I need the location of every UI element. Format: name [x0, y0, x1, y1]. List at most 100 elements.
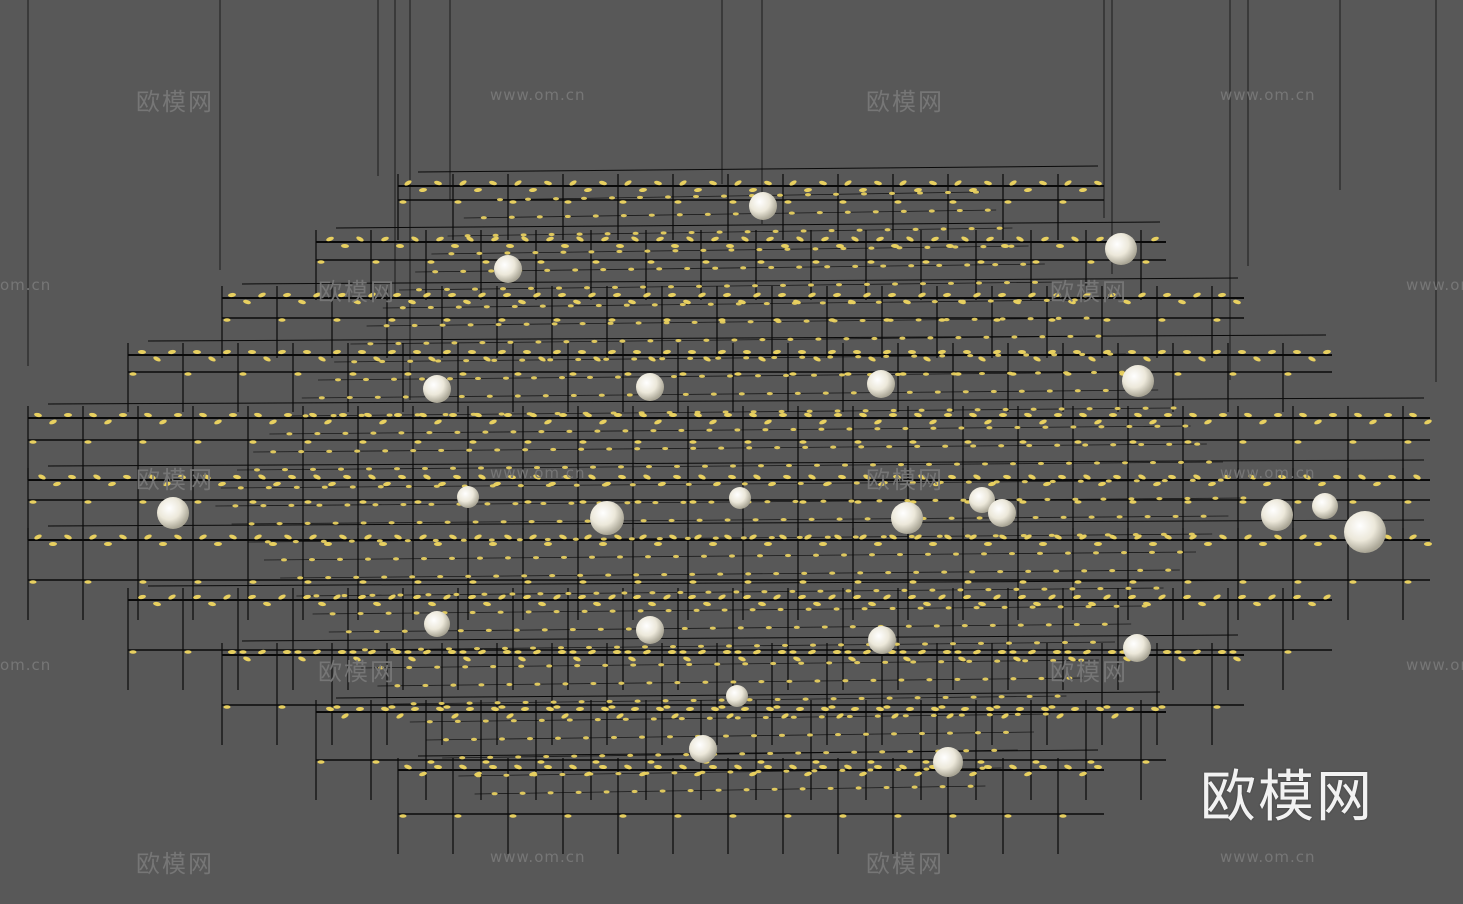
- led-bulb: [1149, 541, 1157, 547]
- glass-sphere: [729, 487, 751, 509]
- led-bulb: [1004, 814, 1012, 818]
- led-bulb: [843, 337, 850, 341]
- led-bulb: [508, 215, 515, 219]
- led-bulb: [799, 440, 807, 444]
- led-bulb: [423, 341, 430, 345]
- led-bulb: [799, 787, 806, 791]
- led-bulb: [787, 337, 794, 341]
- led-bulb: [1058, 474, 1066, 480]
- led-bulb: [903, 300, 910, 304]
- led-bulb: [504, 413, 512, 417]
- led-bulb: [544, 764, 552, 770]
- mesh-line: [463, 209, 997, 219]
- led-bulb: [634, 580, 642, 584]
- led-bulb: [656, 706, 664, 712]
- led-bulb: [64, 413, 72, 417]
- led-bulb: [639, 735, 645, 739]
- led-bulb: [1253, 601, 1261, 607]
- led-bulb: [475, 774, 482, 778]
- led-bulb: [902, 714, 909, 718]
- led-bulb: [895, 767, 902, 772]
- led-bulb: [506, 682, 513, 687]
- led-bulb: [298, 656, 306, 662]
- led-bulb: [435, 359, 442, 363]
- led-bulb: [515, 755, 522, 759]
- led-bulb: [888, 292, 896, 298]
- mesh-line: [398, 281, 1062, 291]
- glass-sphere: [1123, 634, 1151, 662]
- led-bulb: [465, 574, 472, 578]
- led-bulb: [714, 662, 721, 666]
- led-bulb: [546, 664, 553, 668]
- led-bulb: [569, 627, 576, 632]
- led-bulb: [942, 695, 949, 700]
- led-bulb: [1204, 541, 1212, 547]
- led-bulb: [594, 718, 601, 722]
- led-bulb: [954, 677, 961, 682]
- led-bulb: [608, 705, 616, 709]
- glass-sphere: [457, 486, 479, 508]
- led-bulb: [1165, 568, 1172, 572]
- led-bulb: [579, 322, 586, 326]
- led-bulb: [851, 706, 859, 712]
- led-bulb: [917, 606, 924, 610]
- led-bulb: [834, 413, 842, 417]
- led-bulb: [499, 737, 505, 741]
- led-bulb: [335, 378, 341, 382]
- led-bulb: [706, 428, 713, 432]
- led-bulb: [944, 413, 952, 417]
- led-bulb: [744, 440, 752, 444]
- led-bulb: [799, 580, 807, 584]
- led-bulb: [1032, 760, 1040, 764]
- led-bulb: [859, 187, 867, 193]
- glass-sphere: [1312, 493, 1338, 519]
- led-bulb: [1003, 730, 1009, 734]
- led-bulb: [647, 760, 655, 764]
- led-bulb: [778, 409, 785, 414]
- led-bulb: [854, 580, 862, 584]
- led-bulb: [422, 683, 429, 688]
- led-bulb: [526, 412, 533, 416]
- led-bulb: [949, 200, 957, 204]
- led-bulb: [491, 706, 499, 712]
- led-bulb: [1284, 650, 1292, 654]
- led-bulb: [1151, 706, 1159, 712]
- led-bulb: [1263, 481, 1271, 487]
- led-bulb: [1039, 541, 1047, 547]
- led-bulb: [741, 482, 748, 486]
- led-bulb: [1090, 640, 1096, 644]
- led-bulb: [729, 554, 735, 558]
- led-bulb: [1073, 594, 1081, 600]
- led-bulb: [1122, 461, 1128, 465]
- led-bulb: [333, 705, 341, 709]
- led-bulb: [298, 299, 306, 305]
- led-bulb: [104, 541, 112, 547]
- led-bulb: [453, 592, 460, 597]
- led-bulb: [346, 395, 353, 400]
- mesh-line: [253, 443, 1207, 453]
- led-bulb: [1109, 569, 1116, 573]
- led-bulb: [734, 650, 742, 654]
- led-bulb: [1088, 356, 1096, 362]
- led-bulb: [1163, 292, 1171, 298]
- led-bulb: [294, 650, 302, 654]
- led-bulb: [755, 374, 761, 378]
- led-bulb: [1018, 389, 1025, 393]
- led-bulb: [369, 593, 376, 597]
- led-bulb: [1233, 299, 1241, 305]
- led-bulb: [1066, 676, 1073, 680]
- led-bulb: [468, 349, 476, 355]
- led-bulb: [546, 706, 554, 712]
- led-bulb: [791, 301, 798, 305]
- led-bulb: [721, 608, 728, 612]
- glass-sphere: [590, 501, 624, 535]
- led-bulb: [902, 426, 909, 431]
- led-bulb: [104, 419, 112, 425]
- led-bulb: [638, 411, 645, 415]
- led-bulb: [483, 356, 491, 362]
- led-bulb: [661, 572, 668, 577]
- led-bulb: [991, 748, 998, 752]
- led-bulb: [705, 590, 712, 594]
- led-bulb: [506, 243, 514, 249]
- led-bulb: [1233, 656, 1241, 662]
